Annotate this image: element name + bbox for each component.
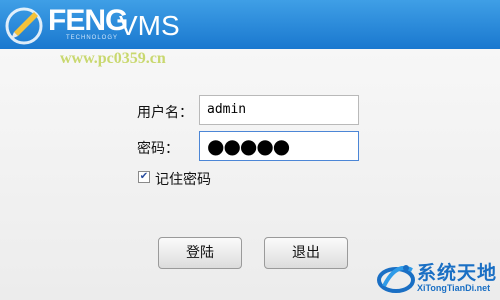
watermark-url: www.pc0359.cn [60,50,166,67]
login-button[interactable]: 登陆 [158,237,242,269]
check-icon: ✔ [139,171,149,182]
password-input[interactable]: ●●●●● [199,131,359,161]
site-url: XiTongTianDi.net [417,283,491,293]
app-logo-icon [5,7,43,45]
password-label: 密码： [137,141,179,157]
username-input[interactable]: admin [199,95,359,125]
username-label: 用户名： [137,105,193,121]
site-logo-icon [377,265,415,293]
product-name: VMS [119,10,180,41]
remember-password-checkbox[interactable]: ✔ [138,171,150,183]
brand-name: FENG [48,4,128,37]
remember-password-label[interactable]: 记住密码 [155,169,211,189]
brand-subtitle: TECHNOLOGY [66,35,119,41]
site-name: 系统天地 [417,262,498,284]
exit-button[interactable]: 退出 [264,237,348,269]
